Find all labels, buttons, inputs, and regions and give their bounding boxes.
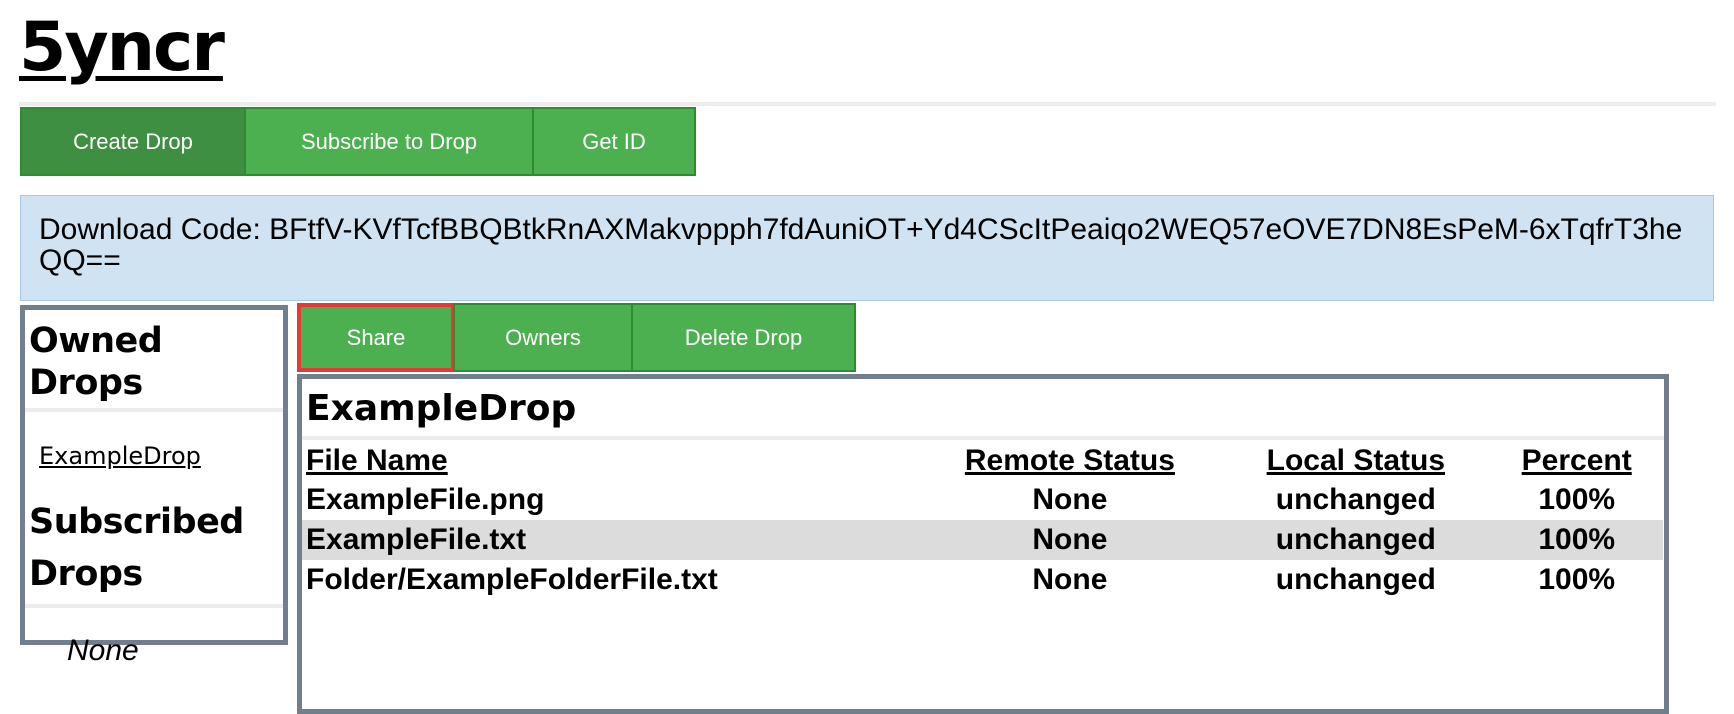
percent-cell: 100%	[1490, 520, 1663, 561]
column-header-remote-status[interactable]: Remote Status	[919, 442, 1222, 480]
table-row[interactable]: ExampleFile.txt None unchanged 100%	[302, 520, 1663, 561]
get-id-button[interactable]: Get ID	[532, 107, 696, 176]
delete-drop-button[interactable]: Delete Drop	[631, 303, 856, 372]
local-status-cell: unchanged	[1275, 563, 1436, 597]
file-name-cell: ExampleFile.png	[306, 483, 545, 517]
panel-divider	[302, 436, 1664, 441]
subscribed-drops-empty: None	[67, 634, 139, 667]
owned-drops-heading: Owned Drops	[29, 321, 163, 403]
owners-button[interactable]: Owners	[453, 303, 633, 372]
header-divider	[19, 102, 1716, 106]
files-table: File Name Remote Status Local Status Per…	[302, 442, 1663, 600]
local-status-cell: unchanged	[1275, 483, 1436, 517]
subscribe-to-drop-button[interactable]: Subscribe to Drop	[244, 107, 534, 176]
drop-title: ExampleDrop	[306, 388, 577, 429]
drop-actions-toolbar: Share Owners Delete Drop	[297, 303, 856, 372]
drop-detail-panel: ExampleDrop File Name Remote Status Loca…	[297, 374, 1669, 714]
file-name-cell: ExampleFile.txt	[302, 520, 919, 561]
sidebar-item-exampledrop[interactable]: ExampleDrop	[39, 442, 283, 470]
column-header-local-status[interactable]: Local Status	[1221, 442, 1490, 480]
column-header-percent[interactable]: Percent	[1490, 442, 1663, 480]
create-drop-button[interactable]: Create Drop	[20, 107, 246, 176]
table-row[interactable]: ExampleFile.png None unchanged 100%	[302, 480, 1663, 520]
remote-status-cell: None	[918, 520, 1222, 561]
sidebar-divider	[25, 604, 283, 608]
sidebar-divider	[25, 408, 283, 412]
download-code-banner: Download Code: BFtfV-KVfTcfBBQBtkRnAXMak…	[20, 195, 1714, 301]
subscribed-drops-heading: Subscribed Drops	[29, 502, 244, 594]
drops-sidebar: Owned Drops ExampleDrop Subscribed Drops…	[20, 305, 288, 667]
file-name-cell: Folder/ExampleFolderFile.txt	[306, 563, 718, 597]
percent-cell: 100%	[1538, 563, 1616, 597]
table-header-row: File Name Remote Status Local Status Per…	[302, 442, 1663, 480]
remote-status-cell: None	[1032, 483, 1108, 517]
share-button[interactable]: Share	[297, 303, 455, 372]
column-header-file-name[interactable]: File Name	[302, 442, 919, 480]
percent-cell: 100%	[1538, 483, 1616, 517]
local-status-cell: unchanged	[1221, 520, 1491, 561]
table-row[interactable]: Folder/ExampleFolderFile.txt None unchan…	[302, 560, 1663, 600]
app-logo: 5yncr	[19, 8, 225, 87]
main-toolbar: Create Drop Subscribe to Drop Get ID	[20, 107, 696, 176]
remote-status-cell: None	[1032, 563, 1108, 597]
